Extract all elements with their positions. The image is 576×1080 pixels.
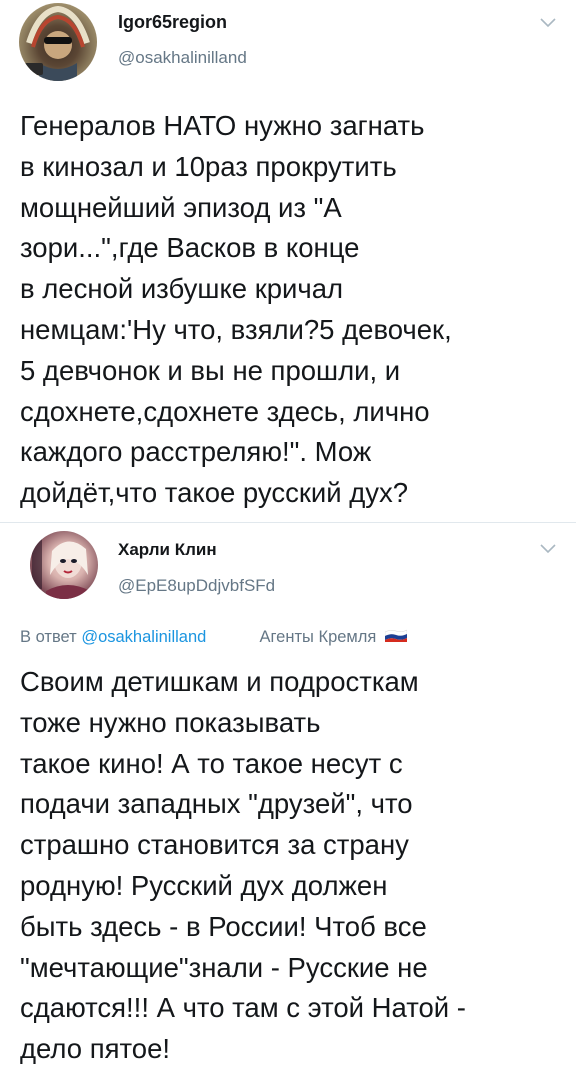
bio-label: Агенты Кремля: [259, 628, 377, 646]
reply-mention-link[interactable]: @osakhalinilland: [81, 628, 206, 646]
avatar-harley-portrait-icon: [32, 537, 90, 599]
russian-flag-icon: [384, 629, 407, 643]
tweet-2: Харли Клин @EpE8upDdjvbfSFd В ответ @osa…: [0, 0, 576, 1080]
author-name[interactable]: Харли Клин: [118, 540, 217, 560]
tweet-text: Своим детишкам и подросткам тоже нужно п…: [20, 666, 466, 1065]
author-avatar[interactable]: [30, 531, 98, 599]
reply-context: В ответ @osakhalinilland Агенты Кремля: [20, 628, 407, 647]
chevron-down-icon[interactable]: [540, 544, 556, 554]
reply-prefix: В ответ: [20, 628, 77, 646]
author-handle[interactable]: @EpE8upDdjvbfSFd: [118, 576, 275, 596]
